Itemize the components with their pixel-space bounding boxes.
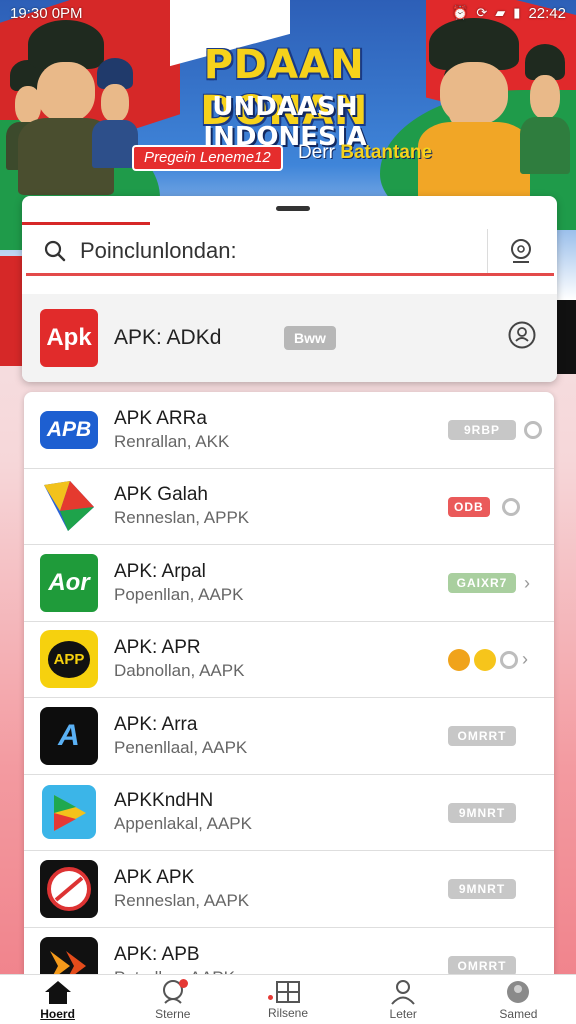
grid-icon: [276, 980, 300, 1003]
search-box[interactable]: [26, 228, 488, 273]
app-name: APK: Arpal: [114, 560, 206, 582]
tab-indicator: [22, 222, 150, 225]
nav-label: Hoerd: [40, 1006, 75, 1021]
app-description: Appenlakal, AAPK: [114, 814, 252, 834]
app-logo: [40, 859, 98, 918]
app-name: APKKndHN: [114, 790, 214, 812]
radio-icon[interactable]: [524, 421, 542, 439]
soldier-illustration-right: [418, 18, 530, 203]
app-tag: 9MNRT: [448, 802, 516, 823]
alarm-icon: ⏰: [452, 5, 469, 20]
nav-label: Sterne: [155, 1006, 191, 1021]
status-icons: ⏰ ⟳ ▰ ▮ 22:42: [452, 5, 566, 22]
app-logo: Aor: [40, 553, 98, 612]
nav-item-sterne[interactable]: Sterne: [115, 975, 230, 1024]
search-icon: [44, 240, 66, 261]
nav-label: Samed: [499, 1006, 538, 1021]
alert-badge-icon: [474, 648, 496, 671]
radio-icon[interactable]: [501, 497, 520, 516]
emoji-badge-icon: [448, 648, 470, 671]
signal-icon: ▰: [495, 5, 506, 20]
list-item[interactable]: Aor APK: Arpal Popenllan, AAPK GAIXR7 ›: [24, 545, 554, 622]
app-name: APK Galah: [114, 484, 208, 506]
app-name: APK ARRa: [114, 407, 207, 429]
nav-item-rilsene[interactable]: Rilsene: [230, 975, 345, 1024]
app-logo-text: APP: [47, 640, 91, 678]
app-name: APK APK: [114, 866, 195, 888]
app-logo: APP: [40, 630, 98, 689]
kite-logo-icon: [44, 481, 94, 532]
list-item[interactable]: APK APK Renneslan, AAPK 9MNRT: [24, 851, 554, 928]
featured-app-name: APK: ADKd: [114, 326, 222, 349]
featured-app-row[interactable]: Apk APK: ADKd Bww: [22, 294, 557, 382]
list-item[interactable]: APK Galah Renneslan, APPK ODB: [24, 469, 554, 545]
app-description: Renneslan, AAPK: [114, 890, 250, 910]
app-description: Penenllaal, AAPK: [114, 737, 248, 757]
app-logo: [40, 783, 98, 841]
app-tag: OMRRT: [448, 726, 516, 746]
bottom-nav: Hoerd Sterne Rilsene Leter Samed: [0, 974, 576, 1024]
status-bar: 19:30 0PM ⏰ ⟳ ▰ ▮ 22:42: [0, 0, 576, 26]
nav-item-leter[interactable]: Leter: [346, 975, 461, 1024]
search-bar: [26, 228, 554, 276]
featured-app-logo: Apk: [40, 309, 98, 367]
list-item[interactable]: APP APK: APR Dabnollan, AAPK ›: [24, 622, 554, 698]
app-tag: GAIXR7: [448, 573, 516, 593]
decor-stripe-left: [0, 256, 22, 366]
battery-icon: ▮: [513, 5, 521, 20]
banner-tagline-prefix: Derr: [298, 142, 335, 163]
banner-tagline-highlight: Batantane: [340, 142, 433, 163]
person-icon: [391, 979, 415, 1005]
home-icon: [44, 980, 71, 1004]
seal-logo-icon: [47, 866, 91, 911]
app-description: Renrallan, AKK: [114, 431, 230, 451]
list-item[interactable]: APB APK ARRa Renrallan, AKK 9RBP: [24, 392, 554, 469]
app-name: APK: APB: [114, 943, 200, 965]
chevron-right-icon[interactable]: ›: [524, 573, 530, 594]
app-description: Popenllan, AAPK: [114, 584, 244, 604]
drag-handle[interactable]: [276, 206, 310, 211]
featured-app-badge: Bww: [284, 326, 336, 350]
banner-tagline: Derr Batantane: [298, 142, 432, 164]
app-tag: 9MNRT: [448, 879, 516, 899]
soldier-illustration-far-right: [520, 44, 570, 174]
app-logo: APB: [40, 410, 98, 449]
chevron-right-icon[interactable]: ›: [522, 649, 528, 670]
person-circle-icon: [508, 321, 536, 349]
app-tag: OMRRT: [448, 955, 516, 976]
list-item[interactable]: APKKndHN Appenlakal, AAPK 9MNRT: [24, 775, 554, 851]
notification-dot: [268, 995, 274, 1000]
sync-icon: ⟳: [476, 5, 488, 20]
app-list: APB APK ARRa Renrallan, AKK 9RBP APK Gal…: [24, 392, 554, 992]
avatar-icon: [507, 980, 530, 1003]
app-logo: [40, 477, 98, 535]
scan-button[interactable]: [488, 229, 554, 273]
nav-item-home[interactable]: Hoerd: [0, 975, 115, 1024]
decor-stripe-right: [556, 300, 576, 374]
banner-pill: Pregein Leneme12: [132, 145, 283, 171]
status-time: 19:30 0PM: [10, 4, 83, 22]
featured-action-button[interactable]: [507, 320, 537, 355]
notification-dot: [179, 979, 189, 988]
app-name: APK: Arra: [114, 713, 198, 735]
app-name: APK: APR: [114, 637, 201, 659]
status-clock-right: 22:42: [528, 4, 566, 22]
scan-icon: [511, 238, 531, 263]
nav-label: Rilsene: [267, 1005, 309, 1020]
search-input[interactable]: [80, 237, 460, 264]
nav-item-samed[interactable]: Samed: [461, 975, 576, 1024]
app-logo: A: [40, 706, 98, 765]
nav-label: Leter: [389, 1006, 417, 1021]
list-item[interactable]: A APK: Arra Penenllaal, AAPK OMRRT: [24, 698, 554, 775]
app-description: Dabnollan, AAPK: [114, 661, 245, 681]
radio-icon[interactable]: [500, 650, 518, 669]
search-card: Apk APK: ADKd Bww: [22, 196, 557, 382]
app-tag: 9RBP: [448, 420, 516, 440]
app-tag: ODB: [448, 496, 490, 517]
app-description: Renneslan, APPK: [114, 508, 250, 528]
play-logo-icon: [42, 785, 96, 840]
